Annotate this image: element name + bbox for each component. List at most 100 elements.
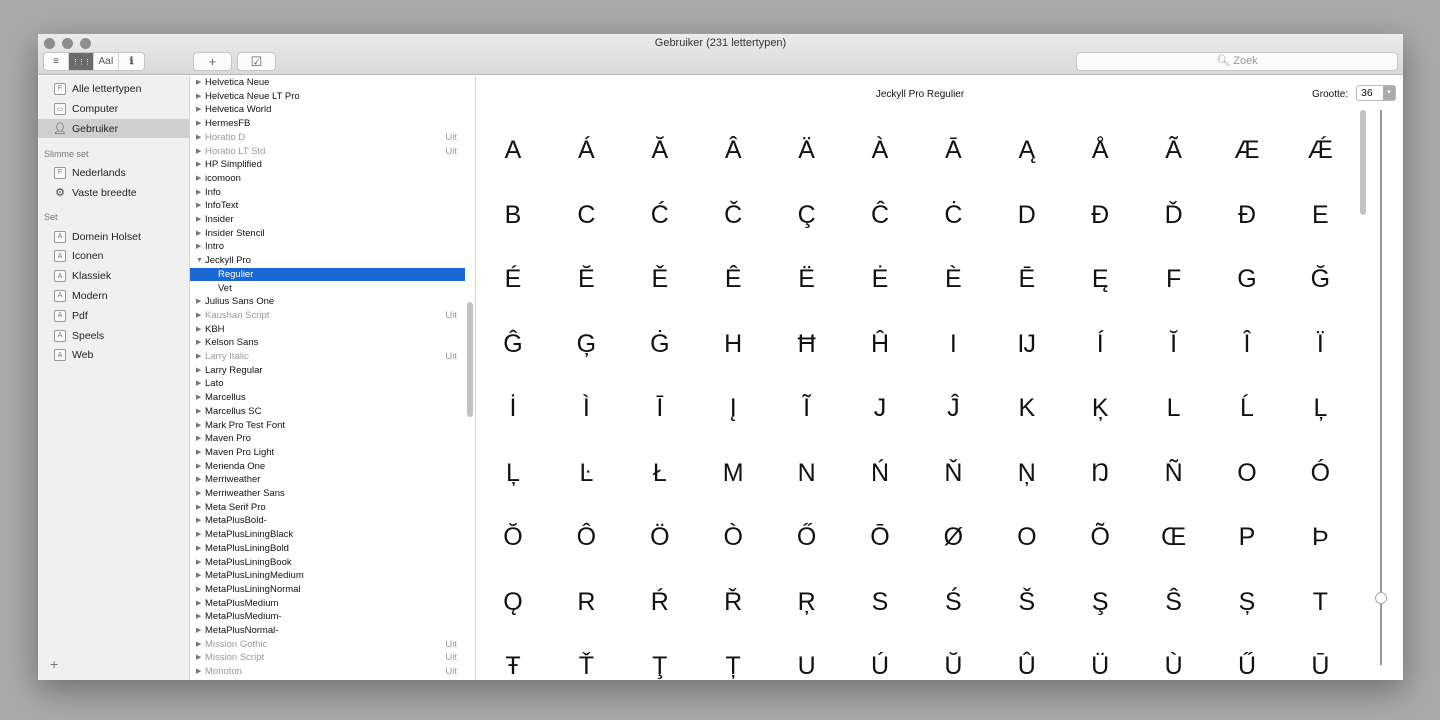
glyph-cell[interactable]: È — [923, 264, 983, 294]
size-slider[interactable] — [1380, 110, 1382, 665]
glyph-cell[interactable]: Ţ — [630, 651, 690, 680]
glyph-cell[interactable]: Ŕ — [630, 587, 690, 617]
font-family-item[interactable]: ▶ Insider Stencil — [190, 227, 465, 241]
glyph-cell[interactable]: Ø — [923, 522, 983, 552]
disclosure-closed-icon[interactable]: ▶ — [196, 651, 201, 665]
font-family-item[interactable]: ▶ Marcellus — [190, 391, 465, 405]
glyph-cell[interactable]: Ŧ — [483, 651, 543, 680]
font-family-item[interactable]: ▶ Maven Pro — [190, 432, 465, 446]
glyph-cell[interactable]: J — [850, 393, 910, 423]
glyph-cell[interactable]: T — [1290, 587, 1350, 617]
font-family-item[interactable]: ▶ Maven Pro Light — [190, 446, 465, 460]
disclosure-closed-icon[interactable]: ▶ — [196, 199, 201, 213]
disclosure-closed-icon[interactable]: ▶ — [196, 446, 201, 460]
glyph-cell[interactable]: Ļ — [483, 458, 543, 488]
disclosure-closed-icon[interactable]: ▶ — [196, 405, 201, 419]
glyph-cell[interactable]: Ĺ — [1217, 393, 1277, 423]
glyph-cell[interactable]: Ő — [777, 522, 837, 552]
glyph-cell[interactable]: F — [1144, 264, 1204, 294]
glyph-cell[interactable]: G — [1217, 264, 1277, 294]
disclosure-closed-icon[interactable]: ▶ — [196, 295, 201, 309]
font-family-item[interactable]: ▶ Horatio D Uit — [190, 131, 465, 145]
glyph-cell[interactable]: Ħ — [777, 329, 837, 359]
font-family-item[interactable]: ▶ Info — [190, 186, 465, 200]
disclosure-closed-icon[interactable]: ▶ — [196, 583, 201, 597]
glyph-cell[interactable]: Õ — [1070, 522, 1130, 552]
glyph-cell[interactable]: Ã — [1144, 135, 1204, 165]
glyph-cell[interactable]: S — [850, 587, 910, 617]
font-family-item[interactable]: ▶ Monoton Uit — [190, 665, 465, 679]
font-family-item[interactable]: ▶ Larry Regular — [190, 364, 465, 378]
glyph-cell[interactable]: Ċ — [923, 200, 983, 230]
disclosure-closed-icon[interactable]: ▶ — [196, 158, 201, 172]
font-family-item[interactable]: ▶ Horatio LT Std Uit — [190, 145, 465, 159]
size-select[interactable]: 36 ▾ — [1356, 85, 1396, 101]
sidebar-item-computer[interactable]: ▭ Computer — [38, 99, 189, 118]
glyph-cell[interactable]: Ŋ — [1070, 458, 1130, 488]
glyph-cell[interactable]: Ě — [630, 264, 690, 294]
glyph-cell[interactable]: Ô — [556, 522, 616, 552]
glyph-cell[interactable]: O — [1217, 458, 1277, 488]
glyph-cell[interactable]: Ū — [1290, 651, 1350, 680]
glyph-cell[interactable]: Ú — [850, 651, 910, 680]
disclosure-open-icon[interactable]: ▼ — [196, 254, 203, 268]
glyph-cell[interactable]: C — [556, 200, 616, 230]
glyph-cell[interactable]: Ĥ — [850, 329, 910, 359]
glyph-cell[interactable]: M — [703, 458, 763, 488]
glyph-cell[interactable]: E — [1290, 200, 1350, 230]
glyph-cell[interactable]: B — [483, 200, 543, 230]
glyph-cell[interactable]: Ë — [777, 264, 837, 294]
glyph-cell[interactable]: Ü — [1070, 651, 1130, 680]
disclosure-closed-icon[interactable]: ▶ — [196, 240, 201, 254]
sidebar-item-pdf[interactable]: A Pdf — [38, 306, 189, 325]
glyph-cell[interactable]: Į — [703, 393, 763, 423]
glyph-cell[interactable]: Â — [703, 135, 763, 165]
glyph-cell[interactable]: Ķ — [1070, 393, 1130, 423]
glyph-cell[interactable]: Ď — [1144, 200, 1204, 230]
validate-font-button[interactable]: ☑ — [237, 52, 276, 71]
glyph-cell[interactable]: Á — [556, 135, 616, 165]
sidebar-item-alle-lettertypen[interactable]: F Alle lettertypen — [38, 79, 189, 98]
font-family-item[interactable]: ▶ Merriweather Sans — [190, 487, 465, 501]
glyph-cell[interactable]: Ę — [1070, 264, 1130, 294]
glyph-cell[interactable]: Ā — [923, 135, 983, 165]
font-family-item[interactable]: ▶ Intro — [190, 240, 465, 254]
disclosure-closed-icon[interactable]: ▶ — [196, 90, 201, 104]
glyph-cell[interactable]: Ț — [703, 651, 763, 680]
glyph-cell[interactable]: Ģ — [556, 329, 616, 359]
glyph-cell[interactable]: Ĝ — [483, 329, 543, 359]
disclosure-closed-icon[interactable]: ▶ — [196, 103, 201, 117]
grid-icon[interactable]: ⋮⋮⋮ — [69, 53, 94, 70]
disclosure-closed-icon[interactable]: ▶ — [196, 76, 201, 90]
glyph-cell[interactable]: Ă — [630, 135, 690, 165]
disclosure-closed-icon[interactable]: ▶ — [196, 131, 201, 145]
disclosure-closed-icon[interactable]: ▶ — [196, 186, 201, 200]
sidebar-item-nederlands[interactable]: F Nederlands — [38, 163, 189, 182]
glyph-cell[interactable]: Î — [1217, 329, 1277, 359]
font-family-item[interactable]: ▶ icomoon — [190, 172, 465, 186]
font-family-item[interactable]: ▶ Insider — [190, 213, 465, 227]
list-icon[interactable]: ≡ — [44, 53, 69, 70]
disclosure-closed-icon[interactable]: ▶ — [196, 569, 201, 583]
disclosure-closed-icon[interactable]: ▶ — [196, 117, 201, 131]
font-family-item[interactable]: ▶ Julius Sans One — [190, 295, 465, 309]
font-family-item[interactable]: ▶ Helvetica Neue — [190, 76, 465, 90]
sidebar-item-speels[interactable]: A Speels — [38, 326, 189, 345]
glyph-cell[interactable]: Ä — [777, 135, 837, 165]
glyph-cell[interactable]: Ù — [1144, 651, 1204, 680]
glyph-cell[interactable]: Ì — [556, 393, 616, 423]
glyph-cell[interactable]: Ð — [1217, 200, 1277, 230]
glyph-cell[interactable]: Þ — [1290, 522, 1350, 552]
glyph-cell[interactable]: Ō — [850, 522, 910, 552]
font-family-item[interactable]: ▶ MetaPlusLiningBlack — [190, 528, 465, 542]
disclosure-closed-icon[interactable]: ▶ — [196, 336, 201, 350]
glyph-cell[interactable]: Ť — [556, 651, 616, 680]
glyph-cell[interactable]: Ĳ — [997, 329, 1057, 359]
disclosure-closed-icon[interactable]: ▶ — [196, 172, 201, 186]
glyph-cell[interactable]: Ò — [703, 522, 763, 552]
glyph-cell[interactable]: K — [997, 393, 1057, 423]
glyph-cell[interactable]: P — [1217, 522, 1277, 552]
glyph-cell[interactable]: Ş — [1070, 587, 1130, 617]
font-family-item[interactable]: ▶ MetaPlusBold- — [190, 514, 465, 528]
font-family-item[interactable]: ▶ Meta Serif Pro — [190, 501, 465, 515]
